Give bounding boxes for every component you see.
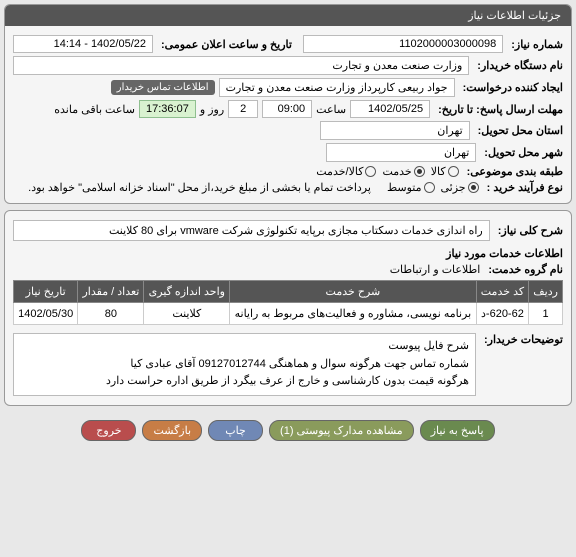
radio-medium[interactable]: متوسط <box>387 181 435 194</box>
radio-service[interactable]: خدمت <box>382 165 424 178</box>
process-note: پرداخت تمام یا بخشی از مبلغ خرید،از محل … <box>28 181 371 194</box>
th-idx: ردیف <box>529 281 563 303</box>
services-sub-row: نام گروه خدمت: اطلاعات و ارتباطات <box>13 263 563 276</box>
deadline-date: 1402/05/25 <box>350 100 430 118</box>
th-date: تاریخ نیاز <box>14 281 78 303</box>
requester-value: جواد ربیعی کارپرداز وزارت صنعت معدن و تج… <box>219 78 455 97</box>
row-subject-class: طبقه بندی موضوعی: کالا خدمت کالا/خدمت <box>13 165 563 178</box>
print-button[interactable]: چاپ <box>208 420 263 441</box>
button-bar: پاسخ به نیاز مشاهده مدارک پیوستی (1) چاپ… <box>4 412 572 449</box>
days-label: روز و <box>200 103 224 116</box>
requester-label: ایجاد کننده درخواست: <box>463 81 563 94</box>
row-buyer-notes: توضیحات خریدار: شرح فایل پیوست شماره تما… <box>13 333 563 396</box>
details-panel: جزئیات اطلاعات نیاز شماره نیاز: 11020000… <box>4 4 572 204</box>
radio-icon <box>448 166 459 177</box>
contact-tag[interactable]: اطلاعات تماس خریدار <box>111 80 215 95</box>
days-remaining: 2 <box>228 100 258 118</box>
main-desc-label: شرح کلی نیاز: <box>498 224 563 237</box>
buyer-notes: شرح فایل پیوست شماره تماس جهت هرگونه سوا… <box>13 333 476 396</box>
desc-panel: شرح کلی نیاز: راه اندازی خدمات دسکتاب مج… <box>4 210 572 406</box>
row-deadline: مهلت ارسال پاسخ: تا تاریخ: 1402/05/25 سا… <box>13 100 563 118</box>
back-button[interactable]: بازگشت <box>142 420 202 441</box>
city-value: تهران <box>326 143 476 162</box>
exit-button[interactable]: خروج <box>81 420 136 441</box>
time-label-1: ساعت <box>316 103 346 116</box>
cell-qty: 80 <box>78 303 144 325</box>
radio-icon <box>468 182 479 193</box>
buyer-org-value: وزارت صنعت معدن و تجارت <box>13 56 469 75</box>
notes-line1: شرح فایل پیوست <box>20 338 469 356</box>
radio-icon <box>365 166 376 177</box>
cell-code: 620-62-د <box>476 303 529 325</box>
table-header-row: ردیف کد خدمت شرح خدمت واحد اندازه گیری ت… <box>14 281 563 303</box>
deadline-time: 09:00 <box>262 100 312 118</box>
radio-goods[interactable]: کالا <box>431 165 459 178</box>
remaining-label: ساعت باقی مانده <box>54 103 135 116</box>
panel-body: شماره نیاز: 1102000003000098 تاریخ و ساع… <box>5 26 571 203</box>
th-qty: تعداد / مقدار <box>78 281 144 303</box>
row-province: استان محل تحویل: تهران <box>13 121 563 140</box>
services-table: ردیف کد خدمت شرح خدمت واحد اندازه گیری ت… <box>13 280 563 325</box>
radio-icon <box>414 166 425 177</box>
subject-radio-group: کالا خدمت کالا/خدمت <box>316 165 458 178</box>
row-main-desc: شرح کلی نیاز: راه اندازی خدمات دسکتاب مج… <box>13 220 563 241</box>
services-header: اطلاعات خدمات مورد نیاز <box>13 247 563 260</box>
th-unit: واحد اندازه گیری <box>144 281 230 303</box>
cell-idx: 1 <box>529 303 563 325</box>
th-code: کد خدمت <box>476 281 529 303</box>
need-no-label: شماره نیاز: <box>511 38 563 51</box>
notes-line2: شماره تماس جهت هرگونه سوال و هماهنگی 091… <box>20 356 469 374</box>
main-desc-value: راه اندازی خدمات دسکتاب مجازی برپایه تکن… <box>13 220 490 241</box>
radio-partial[interactable]: جزئی <box>441 181 479 194</box>
row-need-no: شماره نیاز: 1102000003000098 تاریخ و ساع… <box>13 35 563 53</box>
deadline-label: مهلت ارسال پاسخ: تا تاریخ: <box>438 103 563 116</box>
countdown: 17:36:07 <box>139 100 196 118</box>
th-desc: شرح خدمت <box>230 281 477 303</box>
row-buyer-org: نام دستگاه خریدار: وزارت صنعت معدن و تجا… <box>13 56 563 75</box>
city-label: شهر محل تحویل: <box>484 146 563 159</box>
province-value: تهران <box>320 121 470 140</box>
panel-title: جزئیات اطلاعات نیاز <box>5 5 571 26</box>
buyer-notes-label: توضیحات خریدار: <box>484 333 563 346</box>
table-row: 1 620-62-د برنامه نویسی، مشاوره و فعالیت… <box>14 303 563 325</box>
reply-button[interactable]: پاسخ به نیاز <box>420 420 495 441</box>
row-process-type: نوع فرآیند خرید : جزئی متوسط پرداخت تمام… <box>13 181 563 194</box>
attachments-button[interactable]: مشاهده مدارک پیوستی (1) <box>269 420 414 441</box>
cell-unit: کلاینت <box>144 303 230 325</box>
row-city: شهر محل تحویل: تهران <box>13 143 563 162</box>
services-sub: اطلاعات و ارتباطات <box>390 263 481 276</box>
cell-date: 1402/05/30 <box>14 303 78 325</box>
radio-icon <box>424 182 435 193</box>
process-radio-group: جزئی متوسط <box>387 181 479 194</box>
buyer-org-label: نام دستگاه خریدار: <box>477 59 563 72</box>
province-label: استان محل تحویل: <box>478 124 563 137</box>
radio-both[interactable]: کالا/خدمت <box>316 165 376 178</box>
public-datetime-label: تاریخ و ساعت اعلان عمومی: <box>161 38 292 51</box>
public-datetime-value: 1402/05/22 - 14:14 <box>13 35 153 53</box>
services-sub-prefix: نام گروه خدمت: <box>488 263 563 276</box>
row-requester: ایجاد کننده درخواست: جواد ربیعی کارپرداز… <box>13 78 563 97</box>
need-no-value: 1102000003000098 <box>303 35 503 53</box>
notes-line3: هرگونه قیمت بدون کارشناسی و خارج از عرف … <box>20 373 469 391</box>
cell-desc: برنامه نویسی، مشاوره و فعالیت‌های مربوط … <box>230 303 477 325</box>
process-label: نوع فرآیند خرید : <box>487 181 563 194</box>
subject-class-label: طبقه بندی موضوعی: <box>467 165 563 178</box>
